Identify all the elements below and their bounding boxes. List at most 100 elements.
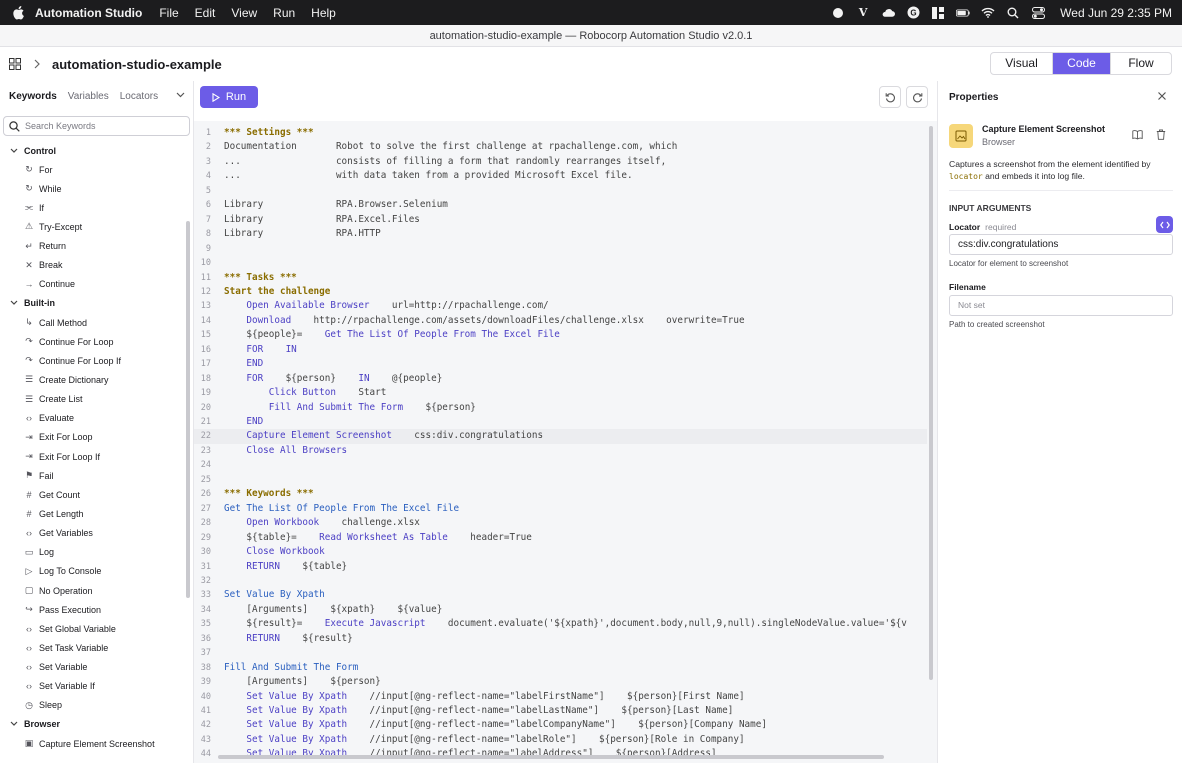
code-line[interactable]: 2 Documentation Robot to solve the first … [194,140,927,154]
code-line[interactable]: 10 [194,256,927,270]
code-line[interactable]: 8 Library RPA.HTTP [194,227,927,241]
apple-icon[interactable] [11,5,25,20]
undo-button[interactable] [879,86,901,108]
code-line[interactable]: 28 Open Workbook challenge.xlsx [194,516,927,530]
view-tab-flow[interactable]: Flow [1110,53,1171,74]
keyword-item[interactable]: ↻ For [0,160,186,179]
menu-view[interactable]: View [231,6,257,20]
keyword-item[interactable]: ↳ Call Method [0,313,186,332]
code-line[interactable]: 35 ${result}= Execute Javascript documen… [194,617,927,631]
keyword-item[interactable]: ☰ Create List [0,390,186,409]
keyword-item[interactable]: ▭ Log [0,543,186,562]
keyword-item[interactable]: ✕ Break [0,256,186,275]
code-line[interactable]: 36 RETURN ${result} [194,632,927,646]
menu-run[interactable]: Run [273,6,295,20]
code-line[interactable]: 16 FOR IN [194,343,927,357]
code-line[interactable]: 18 FOR ${person} IN @{people} [194,372,927,386]
code-line[interactable]: 39 [Arguments] ${person} [194,675,927,689]
window-manager-icon[interactable] [931,6,945,20]
editor-vertical-scrollbar[interactable] [929,126,933,680]
code-line[interactable]: 27 Get The List Of People From The Excel … [194,502,927,516]
keyword-item[interactable]: ▣ Capture Element Screenshot [0,734,186,753]
tab-variables[interactable]: Variables [68,91,109,102]
code-line[interactable]: 13 Open Available Browser url=http://rpa… [194,299,927,313]
tab-keywords[interactable]: Keywords [9,91,57,102]
trash-icon[interactable] [1156,129,1166,140]
keyword-item[interactable]: # Get Length [0,504,186,523]
redo-button[interactable] [906,86,928,108]
code-line[interactable]: 23 Close All Browsers [194,444,927,458]
control-center-icon[interactable] [1031,6,1045,20]
filename-input[interactable]: Not set [949,295,1173,316]
code-line[interactable]: 26 *** Keywords *** [194,487,927,501]
code-line[interactable]: 33 Set Value By Xpath [194,588,927,602]
code-editor[interactable]: 1 *** Settings *** 2 Documentation Robot to… [194,121,937,763]
view-tab-visual[interactable]: Visual [991,53,1052,74]
keyword-item[interactable]: ‹› Get Variables [0,524,186,543]
app-menu-name[interactable]: Automation Studio [35,6,142,20]
code-line[interactable]: 30 Close Workbook [194,545,927,559]
code-line[interactable]: 21 END [194,415,927,429]
keyword-item[interactable]: ‹› Set Variable If [0,677,186,696]
keyword-item[interactable]: ⇥ Exit For Loop If [0,447,186,466]
group-header-control[interactable]: Control [0,141,186,160]
keyword-item[interactable]: ‹› Set Global Variable [0,619,186,638]
code-line[interactable]: 19 Click Button Start [194,386,927,400]
keyword-item[interactable]: → Continue [0,275,186,294]
code-line[interactable]: 17 END [194,357,927,371]
code-line[interactable]: 40 Set Value By Xpath //input[@ng-reflec… [194,690,927,704]
code-line[interactable]: 1 *** Settings *** [194,126,927,140]
keyword-item[interactable]: ‹› Set Task Variable [0,638,186,657]
code-line[interactable]: 37 [194,646,927,660]
keyword-item[interactable]: ↪ Pass Execution [0,600,186,619]
menu-help[interactable]: Help [311,6,336,20]
grid-icon[interactable] [9,58,21,70]
code-line[interactable]: 15 ${people}= Get The List Of People Fro… [194,328,927,342]
keyword-search-input[interactable] [25,121,175,131]
code-line[interactable]: 5 [194,184,927,198]
keyword-item[interactable]: ⚑ Fail [0,466,186,485]
battery-icon[interactable] [956,6,970,20]
code-line[interactable]: 9 [194,242,927,256]
menu-edit[interactable]: Edit [195,6,216,20]
code-line[interactable]: 25 [194,473,927,487]
keyword-item[interactable]: ‹› Evaluate [0,409,186,428]
code-toggle-button[interactable] [1156,216,1173,233]
grammarly-icon[interactable]: G [906,6,920,20]
code-line[interactable]: 7 Library RPA.Excel.Files [194,213,927,227]
code-line[interactable]: 29 ${table}= Read Worksheet As Table hea… [194,531,927,545]
moon-icon[interactable] [831,6,845,20]
keyword-item[interactable]: ☰ Create Dictionary [0,370,186,389]
code-line[interactable]: 24 [194,458,927,472]
locator-input[interactable]: css:div.congratulations [949,234,1173,255]
code-line[interactable]: 3 ... consists of filling a form that ran… [194,155,927,169]
keyword-item[interactable]: ⚠ Try-Except [0,217,186,236]
code-line[interactable]: 41 Set Value By Xpath //input[@ng-reflec… [194,704,927,718]
close-icon[interactable] [1157,91,1167,101]
tab-locators[interactable]: Locators [120,91,158,102]
keyword-item[interactable]: ‹› Set Variable [0,658,186,677]
code-line[interactable]: 14 Download http://rpachallenge.com/asse… [194,314,927,328]
keyword-item[interactable]: ↷ Continue For Loop If [0,351,186,370]
code-line[interactable]: 11 *** Tasks *** [194,271,927,285]
keyword-item[interactable]: ⇥ Exit For Loop [0,428,186,447]
chevron-down-icon[interactable] [176,92,185,98]
keyword-item[interactable]: ▢ No Operation [0,581,186,600]
code-line[interactable]: 4 ... with data taken from a provided Mic… [194,169,927,183]
keyword-item[interactable]: ↻ While [0,179,186,198]
project-name[interactable]: automation-studio-example [52,57,222,72]
keyword-item[interactable]: ◷ Sleep [0,696,186,715]
code-line[interactable]: 38 Fill And Submit The Form [194,661,927,675]
code-line[interactable]: 20 Fill And Submit The Form ${person} [194,401,927,415]
code-line[interactable]: 31 RETURN ${table} [194,560,927,574]
vivaldi-icon[interactable]: V [856,6,870,20]
keyword-item[interactable]: ↷ Continue For Loop [0,332,186,351]
code-line[interactable]: 22 Capture Element Screenshot css:div.co… [194,429,927,444]
book-icon[interactable] [1132,129,1143,140]
code-line[interactable]: 6 Library RPA.Browser.Selenium [194,198,927,212]
menu-file[interactable]: File [159,6,178,20]
menu-bar-clock[interactable]: Wed Jun 29 2:35 PM [1060,6,1172,20]
code-line[interactable]: 12 Start the challenge [194,285,927,299]
group-header-built-in[interactable]: Built-in [0,294,186,313]
keyword-item[interactable]: # Get Count [0,485,186,504]
